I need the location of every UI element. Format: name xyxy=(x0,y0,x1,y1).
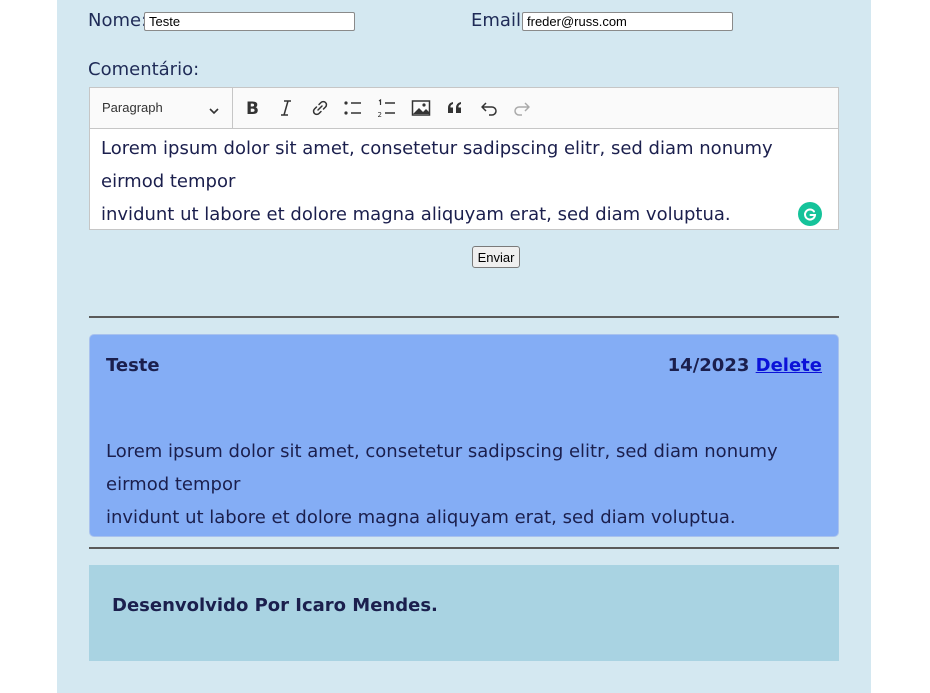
link-icon[interactable] xyxy=(308,96,332,120)
comment-label: Comentário: xyxy=(88,59,200,80)
divider xyxy=(89,547,839,549)
comment-body-line: Lorem ipsum dolor sit amet, consetetur s… xyxy=(106,441,778,495)
editor-content[interactable]: Lorem ipsum dolor sit amet, consetetur s… xyxy=(101,132,821,231)
footer: Desenvolvido Por Icaro Mendes. xyxy=(89,565,839,661)
footer-credit: Desenvolvido Por Icaro Mendes. xyxy=(112,595,438,616)
grammarly-icon[interactable] xyxy=(798,202,822,226)
editor-toolbar: Paragraph B 2 xyxy=(90,88,838,129)
email-input[interactable] xyxy=(522,12,733,31)
italic-icon[interactable] xyxy=(274,96,298,120)
bold-icon[interactable]: B xyxy=(240,96,264,120)
comment-card: Teste 14/2023 Delete Lorem ipsum dolor s… xyxy=(89,334,839,537)
divider xyxy=(89,316,839,318)
block-format-label: Paragraph xyxy=(102,100,163,115)
svg-text:2: 2 xyxy=(378,111,382,119)
comment-meta: 14/2023 Delete xyxy=(668,355,822,376)
bulleted-list-icon[interactable] xyxy=(341,96,365,120)
redo-icon[interactable] xyxy=(510,96,534,120)
numbered-list-icon[interactable]: 2 xyxy=(375,96,399,120)
comment-editor[interactable]: Paragraph B 2 Lorem ipsum dolor sit amet… xyxy=(89,87,839,230)
chevron-down-icon xyxy=(208,102,220,121)
page-container: Nome: Email: Comentário: Paragraph B xyxy=(57,0,871,693)
email-label: Email: xyxy=(471,10,528,31)
editor-content-line: invidunt ut labore et dolore magna aliqu… xyxy=(101,204,731,225)
submit-button[interactable]: Enviar xyxy=(472,246,520,268)
delete-link[interactable]: Delete xyxy=(756,355,822,376)
block-format-dropdown[interactable]: Paragraph xyxy=(90,88,233,128)
comment-date: 14/2023 xyxy=(667,355,750,376)
svg-text:B: B xyxy=(246,99,259,119)
image-icon[interactable] xyxy=(409,96,433,120)
name-input[interactable] xyxy=(144,12,355,31)
name-label: Nome: xyxy=(88,10,148,31)
editor-content-line: Lorem ipsum dolor sit amet, consetetur s… xyxy=(101,138,773,192)
blockquote-icon[interactable] xyxy=(443,96,467,120)
undo-icon[interactable] xyxy=(477,96,501,120)
comment-body: Lorem ipsum dolor sit amet, consetetur s… xyxy=(106,435,826,534)
comment-author: Teste xyxy=(106,355,160,376)
comment-body-line: invidunt ut labore et dolore magna aliqu… xyxy=(106,507,736,528)
